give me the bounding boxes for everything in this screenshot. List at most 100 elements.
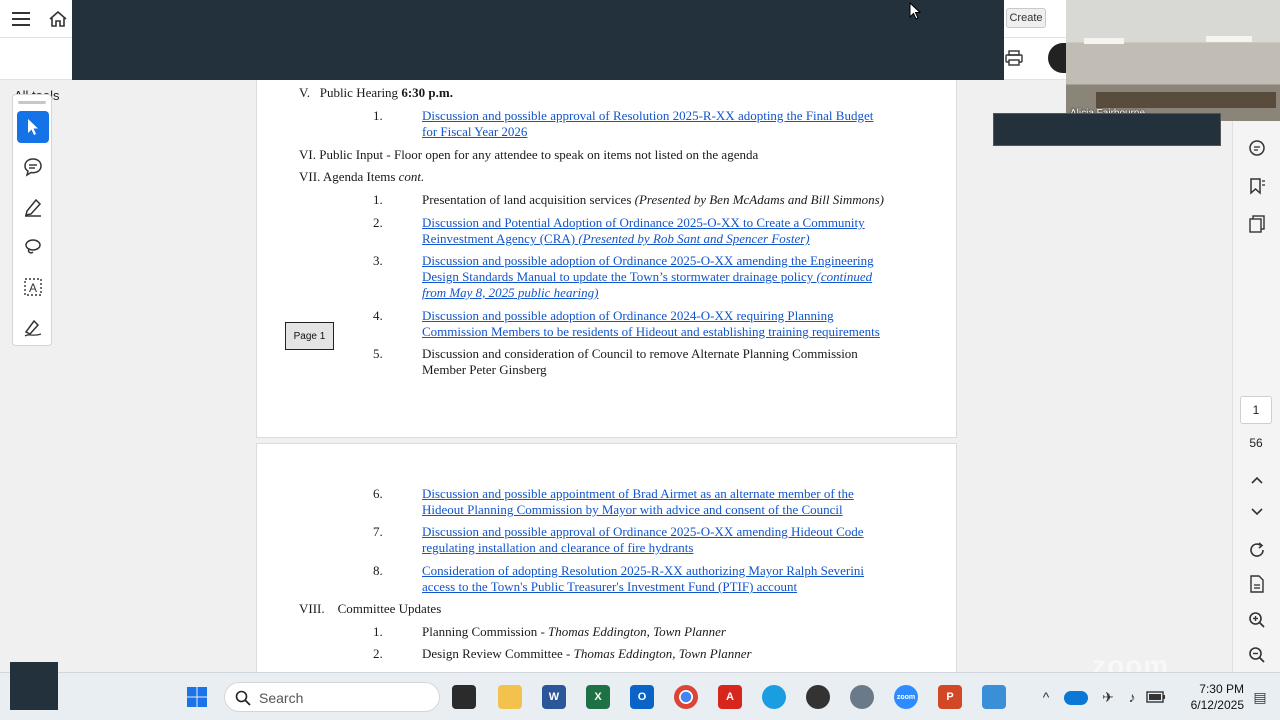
settings-icon[interactable] [850,685,874,709]
item-number: 2. [373,215,383,230]
create-button[interactable]: Create [1006,8,1046,28]
airplane-icon[interactable]: ✈ [1096,685,1120,709]
continued-label: cont. [398,169,425,184]
hamburger-menu-icon[interactable] [10,8,32,30]
bookmark-icon[interactable] [1245,174,1269,198]
item-number: 4. [373,308,383,323]
agenda-item-link[interactable]: Commission Members to be residents of Hi… [422,324,880,340]
word-icon[interactable]: W [542,685,566,709]
system-clock[interactable]: 7:30 PM 6/12/2025 [1180,681,1244,713]
section-title: Public Hearing [319,85,402,100]
presenter-text: Thomas Eddington, Town Planner [573,646,752,661]
search-icon [235,690,251,706]
ceiling-light [1084,38,1124,44]
agenda-item-link[interactable]: for Fiscal Year 2026 [422,124,527,140]
scroll-up-icon[interactable] [1245,468,1269,492]
powerpoint-icon[interactable]: P [938,685,962,709]
comments-panel-icon[interactable] [1245,136,1269,160]
search-label: Search [259,690,304,706]
windows-taskbar: Search W X O A zoom P ^ ✈ ♪ 7:30 PM 6/12… [0,672,1280,720]
section-title: VII. Agenda Items [299,169,399,184]
total-pages-label: 56 [1249,436,1263,450]
snipping-tool-icon[interactable] [982,685,1006,709]
item-number: 6. [373,486,383,501]
zoom-out-icon[interactable] [1245,643,1269,667]
agenda-item-link[interactable]: Discussion and possible approval of Ordi… [422,524,864,540]
agenda-item-link[interactable]: Discussion and possible appointment of B… [422,486,854,502]
section-vii-heading: VII. Agenda Items cont. [299,169,424,185]
excel-icon[interactable]: X [586,685,610,709]
rotate-icon[interactable] [1245,538,1269,562]
pen-icon [24,198,42,217]
print-icon[interactable] [1002,46,1026,70]
agenda-item-link[interactable]: Discussion and possible adoption of Ordi… [422,253,874,269]
scroll-down-icon[interactable] [1245,500,1269,524]
mouse-cursor-icon [909,1,922,20]
dark-overlay-panel [993,113,1221,146]
agenda-item-text: Planning Commission - [422,624,549,639]
edge-icon[interactable] [762,685,786,709]
highlight-tool[interactable] [17,191,49,223]
fill-sign-tool[interactable] [17,311,49,343]
section-title: Committee Updates [337,601,442,616]
presenter-text: (Presented by Rob Sant and Spencer Foste… [578,231,810,246]
zoom-app-icon[interactable]: zoom [894,685,918,709]
page-thumbnails-icon[interactable] [1245,212,1269,236]
select-tool[interactable] [17,111,49,143]
show-hidden-icons[interactable]: ^ [1034,685,1058,709]
current-page-input[interactable]: 1 [1240,396,1272,424]
agenda-item-link[interactable]: regulating installation and clearance of… [422,540,693,556]
agenda-item-text: Discussion and consideration of Council … [422,346,858,361]
section-viii-heading: VIII. Committee Updates [299,601,441,617]
notification-icon[interactable]: ▤ [1248,685,1272,709]
agenda-item-link[interactable]: Reinvestment Agency (CRA) (Presented by … [422,231,810,247]
left-tool-panel: A [12,94,52,346]
windows-start-icon[interactable] [185,685,209,709]
battery-icon[interactable] [1144,685,1168,709]
agenda-item-link[interactable]: Discussion and possible adoption of Ordi… [422,308,834,324]
section-numeral: V. [299,85,310,100]
task-view-icon[interactable] [452,685,476,709]
onedrive-icon[interactable] [1064,691,1088,705]
text-select-tool[interactable]: A [17,271,49,303]
agenda-item-link[interactable]: Consideration of adopting Resolution 202… [422,563,864,579]
agenda-item: Planning Commission - Thomas Eddington, … [422,624,726,640]
file-explorer-icon[interactable] [498,685,522,709]
right-side-rail [1232,80,1280,672]
agenda-item-link[interactable]: access to the Town's Public Treasurer's … [422,579,797,595]
continued-note: (continued [816,269,873,284]
svg-text:A: A [29,281,37,295]
panel-grip[interactable] [18,101,46,104]
video-participant-tile[interactable]: Alicia Fairbourne [1066,0,1280,121]
signature-icon [24,319,42,337]
item-number: 5. [373,346,383,361]
acrobat-icon[interactable]: A [718,685,742,709]
draw-tool[interactable] [17,231,49,263]
text-box-icon: A [24,278,42,296]
agenda-item: Presentation of land acquisition service… [422,192,884,208]
taskbar-search[interactable]: Search [224,682,440,712]
chrome-icon[interactable] [674,685,698,709]
document-viewer[interactable]: V. Public Hearing 6:30 p.m. 1. Discussio… [60,80,1232,672]
comment-icon [24,158,42,177]
volume-icon[interactable]: ♪ [1120,685,1144,709]
document-page-1: V. Public Hearing 6:30 p.m. 1. Discussio… [256,80,957,438]
obs-icon[interactable] [806,685,830,709]
comment-tool[interactable] [17,151,49,183]
section-vi-heading: VI. Public Input - Floor open for any at… [299,147,759,162]
agenda-item-link[interactable]: Design Standards Manual to update the To… [422,269,872,285]
item-number: 1. [373,108,383,123]
agenda-item-text: Design Review Committee - [422,646,574,661]
document-page-2: 6. Discussion and possible appointment o… [256,443,957,672]
agenda-item-link[interactable]: Discussion and possible approval of Reso… [422,108,873,124]
agenda-item-link[interactable]: Discussion and Potential Adoption of Ord… [422,215,865,231]
page-number-label: Page 1 [285,322,334,350]
clock-time: 7:30 PM [1199,682,1244,696]
agenda-item-text: Design Standards Manual to update the To… [422,269,817,284]
home-icon[interactable] [46,8,70,30]
agenda-item-link[interactable]: Hideout Planning Commission by Mayor wit… [422,502,843,518]
page-fit-icon[interactable] [1245,572,1269,596]
agenda-item-link[interactable]: from May 8, 2025 public hearing) [422,285,598,301]
zoom-in-icon[interactable] [1245,608,1269,632]
outlook-icon[interactable]: O [630,685,654,709]
